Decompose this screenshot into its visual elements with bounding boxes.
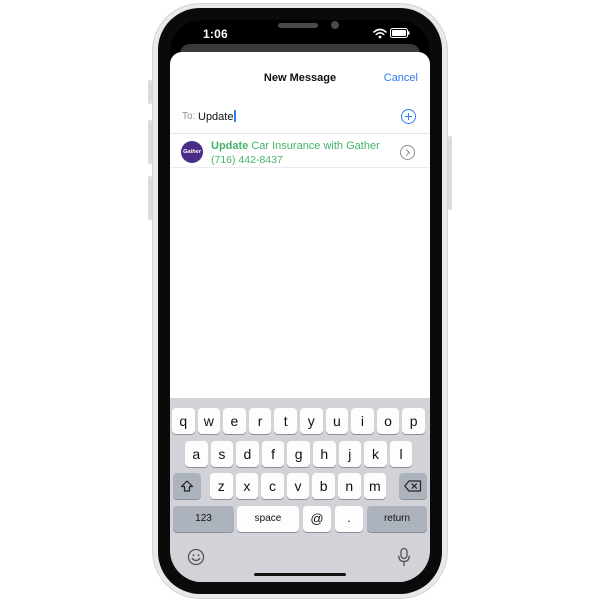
key-w[interactable]: w (197, 408, 221, 434)
period-key-label: . (347, 510, 351, 525)
key-label: u (332, 413, 341, 429)
battery-icon (390, 28, 410, 38)
key-i[interactable]: i (351, 408, 374, 434)
front-camera (331, 21, 339, 29)
key-label: x (243, 478, 251, 494)
shift-arrow-icon (180, 480, 194, 492)
key-label: s (218, 446, 226, 462)
key-label: e (230, 413, 239, 429)
key-label: o (384, 413, 392, 429)
suggestion-phone: (716) 442-8437 (211, 154, 283, 166)
cancel-button[interactable]: Cancel (384, 72, 418, 84)
key-y[interactable]: y (300, 408, 323, 434)
period-key[interactable]: . (335, 506, 363, 532)
key-c[interactable]: c (261, 473, 284, 499)
key-label: t (283, 413, 288, 429)
phone-screen: 1:06 New Message Cancel To: Update Gathe… (170, 20, 430, 582)
home-indicator (254, 573, 346, 576)
suggestion-match: Update (211, 140, 249, 152)
key-l[interactable]: l (389, 441, 413, 467)
key-v[interactable]: v (286, 473, 310, 499)
key-a[interactable]: a (185, 441, 208, 467)
numbers-key[interactable]: 123 (173, 506, 234, 532)
at-key-label: @ (310, 511, 324, 526)
key-z[interactable]: z (210, 473, 233, 499)
key-n[interactable]: n (338, 473, 361, 499)
keyboard: qwe r t y u i o p a s d f g h j k l z x c v b nm 123 space @… (170, 398, 430, 582)
key-label: a (192, 446, 201, 462)
emoji-icon[interactable] (187, 548, 205, 566)
suggestion-name: Update Car Insurance with Gather (211, 140, 380, 152)
contact-suggestion[interactable]: Gather Update Car Insurance with Gather … (170, 134, 430, 168)
backspace-icon (404, 480, 422, 492)
key-m[interactable]: m (363, 473, 387, 499)
key-label: l (399, 446, 403, 462)
recipient-input[interactable]: Update (198, 110, 236, 123)
key-label: f (271, 446, 275, 462)
key-t[interactable]: t (274, 408, 297, 434)
key-e[interactable]: e (223, 408, 246, 434)
key-x[interactable]: x (235, 473, 259, 499)
key-label: w (203, 413, 214, 429)
key-p[interactable]: p (402, 408, 425, 434)
key-label: g (294, 446, 303, 462)
key-label: p (409, 413, 418, 429)
key-label: b (319, 478, 328, 494)
space-key-label: space (254, 513, 282, 524)
wifi-icon (373, 28, 387, 39)
status-time: 1:06 (203, 27, 228, 41)
key-g[interactable]: g (287, 441, 310, 467)
return-key-label: return (383, 513, 411, 524)
key-label: k (371, 446, 379, 462)
key-label: c (268, 478, 276, 494)
key-label: z (217, 478, 225, 494)
key-label: h (320, 446, 329, 462)
shift-key[interactable] (173, 473, 201, 499)
contact-avatar: Gather (181, 141, 203, 163)
key-label: r (257, 413, 263, 429)
key-label: j (348, 446, 352, 462)
key-d[interactable]: d (236, 441, 259, 467)
microphone-icon[interactable] (397, 547, 411, 567)
key-q[interactable]: q (172, 408, 195, 434)
delete-key[interactable] (399, 473, 427, 499)
numbers-key-label: 123 (195, 513, 212, 524)
phone-mockup: 1:06 New Message Cancel To: Update Gathe… (0, 0, 600, 600)
key-o[interactable]: o (376, 408, 400, 434)
space-key[interactable]: space (237, 506, 299, 532)
key-h[interactable]: h (313, 441, 336, 467)
recipient-text: Update (198, 111, 234, 123)
key-b[interactable]: b (312, 473, 335, 499)
key-label: v (294, 478, 302, 494)
key-u[interactable]: u (325, 408, 349, 434)
key-j[interactable]: j (338, 441, 362, 467)
speaker-grille (278, 23, 318, 28)
key-label: i (360, 413, 364, 429)
key-label: m (369, 478, 381, 494)
return-key[interactable]: return (367, 506, 427, 532)
key-s[interactable]: s (210, 441, 234, 467)
text-cursor (234, 110, 236, 122)
suggestion-name-rest: Car Insurance with Gather (248, 140, 380, 152)
key-label: d (243, 446, 252, 462)
to-label: To: (182, 111, 196, 122)
key-f[interactable]: f (261, 441, 285, 467)
key-r[interactable]: r (248, 408, 272, 434)
key-label: y (307, 413, 315, 429)
key-label: n (345, 478, 354, 494)
add-contact-plus-icon[interactable] (401, 109, 416, 124)
at-key[interactable]: @ (303, 506, 331, 532)
power-button (448, 136, 452, 210)
key-k[interactable]: k (364, 441, 387, 467)
recipient-row[interactable]: To: Update (170, 100, 430, 134)
key-label: q (179, 413, 188, 429)
contact-info-chevron-icon[interactable] (400, 145, 415, 160)
